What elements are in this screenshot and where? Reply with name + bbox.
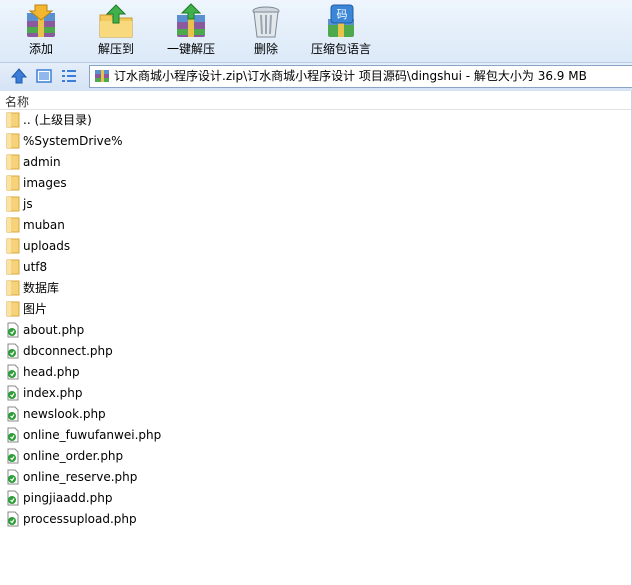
php-file-icon <box>7 469 19 485</box>
folder-icon <box>6 259 20 275</box>
one-click-extract-button[interactable]: 一键解压 <box>155 0 227 62</box>
one-click-extract-button-label: 一键解压 <box>166 42 215 56</box>
list-item-name: processupload.php <box>23 512 137 526</box>
php-file-icon <box>7 343 19 359</box>
folder-icon <box>6 280 20 296</box>
path-text: 订水商城小程序设计.zip\订水商城小程序设计 项目源码\dingshui - … <box>114 69 587 83</box>
path-bar[interactable]: 订水商城小程序设计.zip\订水商城小程序设计 项目源码\dingshui - … <box>89 65 632 88</box>
folder-icon <box>6 154 20 170</box>
folder-icon <box>6 196 20 212</box>
delete-button[interactable]: 删除 <box>230 0 302 62</box>
list-item[interactable]: %SystemDrive% <box>0 131 632 152</box>
list-item[interactable]: online_order.php <box>0 446 632 467</box>
list-item[interactable]: dbconnect.php <box>0 341 632 362</box>
archive-language-button-label: 压缩包语言 <box>310 42 371 56</box>
list-item-name: newslook.php <box>23 407 106 421</box>
list-item-name: online_reserve.php <box>23 470 138 484</box>
thumbnail-view-icon[interactable] <box>35 67 53 85</box>
folder-icon <box>6 175 20 191</box>
folder-icon <box>6 112 20 128</box>
list-item[interactable]: 图片 <box>0 299 632 320</box>
list-item[interactable]: js <box>0 194 632 215</box>
list-item-name: js <box>23 197 33 211</box>
delete-icon <box>252 6 280 38</box>
list-item[interactable]: online_fuwufanwei.php <box>0 425 632 446</box>
list-item[interactable]: utf8 <box>0 257 632 278</box>
list-item[interactable]: online_reserve.php <box>0 467 632 488</box>
list-item-name: admin <box>23 155 61 169</box>
list-item-name: index.php <box>23 386 83 400</box>
list-item-name: online_order.php <box>23 449 124 463</box>
list-item-name: dbconnect.php <box>23 344 113 358</box>
list-item[interactable]: newslook.php <box>0 404 632 425</box>
list-item-name: 数据库 <box>23 281 60 295</box>
list-item-name: uploads <box>23 239 71 253</box>
extract-to-button-label: 解压到 <box>97 42 134 56</box>
list-item[interactable]: admin <box>0 152 632 173</box>
folder-icon <box>6 238 20 254</box>
list-item[interactable]: 数据库 <box>0 278 632 299</box>
list-view-icon[interactable] <box>60 67 78 85</box>
list-item[interactable]: images <box>0 173 632 194</box>
list-item-name: images <box>23 176 67 190</box>
php-file-icon <box>7 448 19 464</box>
php-file-icon <box>7 427 19 443</box>
list-item[interactable]: about.php <box>0 320 632 341</box>
list-item-name: .. (上级目录) <box>23 113 92 127</box>
php-file-icon <box>7 511 19 527</box>
archive-language-button[interactable]: 码 压缩包语言 <box>305 0 377 62</box>
file-list: .. (上级目录) %SystemDrive% admin images js muban… <box>0 110 632 530</box>
list-item[interactable]: index.php <box>0 383 632 404</box>
column-name-header[interactable]: 名称 <box>5 93 29 110</box>
add-button[interactable]: 添加 <box>5 0 77 62</box>
list-item-name: 图片 <box>23 302 48 316</box>
list-item-name: muban <box>23 218 65 232</box>
svg-text:码: 码 <box>337 8 348 21</box>
list-item-name: about.php <box>23 323 85 337</box>
list-item[interactable]: pingjiaadd.php <box>0 488 632 509</box>
toolbar: 添加 解压到 一键解压 删除 码 压缩包语言 <box>0 0 632 62</box>
list-item[interactable]: head.php <box>0 362 632 383</box>
archive-icon <box>95 70 109 82</box>
folder-icon <box>6 133 20 149</box>
delete-button-label: 删除 <box>253 42 278 56</box>
php-file-icon <box>7 385 19 401</box>
list-item[interactable]: .. (上级目录) <box>0 110 632 131</box>
list-item-name: utf8 <box>23 260 48 274</box>
folder-icon <box>6 217 20 233</box>
add-archive-icon <box>27 4 55 37</box>
list-item[interactable]: processupload.php <box>0 509 632 530</box>
php-file-icon <box>7 364 19 380</box>
one-click-extract-icon <box>177 3 205 37</box>
add-button-label: 添加 <box>28 42 53 56</box>
php-file-icon <box>7 406 19 422</box>
up-arrow-icon[interactable] <box>10 67 28 85</box>
extract-to-button[interactable]: 解压到 <box>80 0 152 62</box>
folder-icon <box>6 301 20 317</box>
navigation-bar: 订水商城小程序设计.zip\订水商城小程序设计 项目源码\dingshui - … <box>0 62 632 92</box>
list-item-name: online_fuwufanwei.php <box>23 428 162 442</box>
list-item[interactable]: uploads <box>0 236 632 257</box>
extract-to-icon <box>99 4 133 38</box>
list-item-name: head.php <box>23 365 80 379</box>
list-item[interactable]: muban <box>0 215 632 236</box>
list-item-name: pingjiaadd.php <box>23 491 113 505</box>
column-header[interactable]: 名称 <box>0 91 632 110</box>
php-file-icon <box>7 322 19 338</box>
php-file-icon <box>7 490 19 506</box>
archive-language-icon: 码 <box>328 4 354 37</box>
list-item-name: %SystemDrive% <box>23 134 123 148</box>
